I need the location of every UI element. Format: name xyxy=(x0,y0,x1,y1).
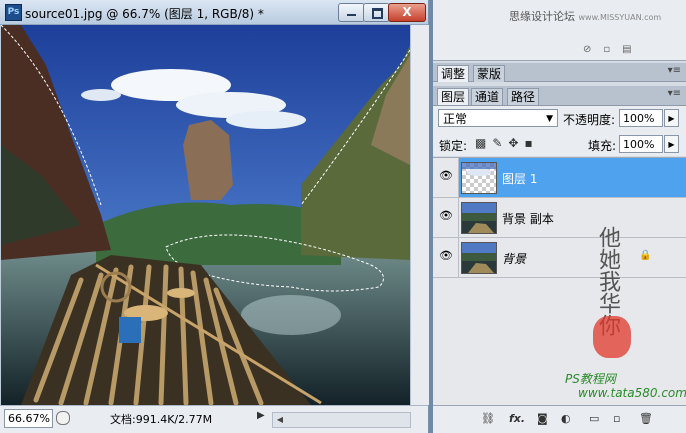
adjustment-icon[interactable]: ◐ xyxy=(561,412,571,425)
layer-thumbnail xyxy=(461,162,497,194)
new-layer-icon[interactable]: ▫ xyxy=(613,412,620,425)
blend-mode-select[interactable]: 正常 ▼ xyxy=(438,109,558,127)
status-icon[interactable] xyxy=(56,411,70,425)
tab-paths[interactable]: 路径 xyxy=(507,88,540,105)
document-window: Ps source01.jpg @ 66.7% (图层 1, RGB/8) * … xyxy=(0,0,429,433)
close-button[interactable]: X xyxy=(388,3,426,22)
layer-row[interactable]: 👁 背景 🔒 xyxy=(433,238,686,278)
tab-adjust[interactable]: 调整 xyxy=(437,65,470,82)
maximize-button[interactable] xyxy=(363,3,390,22)
eye-icon: 👁 xyxy=(439,169,453,182)
minimize-button[interactable] xyxy=(338,3,365,22)
folder-icon[interactable]: ▭ xyxy=(589,412,599,425)
close-icon: X xyxy=(402,5,412,19)
fill-label: 填充: xyxy=(588,139,617,153)
layers-options: 正常 ▼ 不透明度: 100% ▶ 锁定: ▩✎✥▪ 填充: 100% ▶ xyxy=(433,106,686,156)
link-icon[interactable]: ⛓ xyxy=(481,412,495,425)
fill-slider-button[interactable]: ▶ xyxy=(664,135,679,153)
lock-options: ▩✎✥▪ xyxy=(475,136,539,150)
seal-stamp xyxy=(593,316,631,358)
layer-name[interactable]: 背景 xyxy=(502,250,526,267)
opacity-label: 不透明度: xyxy=(563,113,616,127)
zoom-field[interactable]: 66.67% xyxy=(4,409,53,428)
tab-mask[interactable]: 蒙版 xyxy=(473,65,506,82)
layers-footer: ⛓ fx. ◙ ◐ ▭ ▫ 🗑 xyxy=(433,405,686,433)
eye-icon: 👁 xyxy=(439,249,453,262)
eye-icon: 👁 xyxy=(439,209,453,222)
landscape-image xyxy=(1,25,410,405)
tutorial-watermark: PS教程网 xyxy=(565,372,616,386)
visibility-toggle[interactable]: 👁 xyxy=(433,198,459,237)
minimize-icon xyxy=(347,14,356,16)
new-icon[interactable]: ▫ xyxy=(603,44,622,55)
url-watermark: www.tata580.com xyxy=(578,386,686,400)
lock-move-icon[interactable]: ✥ xyxy=(508,136,524,150)
opacity-slider-button[interactable]: ▶ xyxy=(664,109,679,127)
maximize-icon xyxy=(372,8,383,19)
triangle-right-icon[interactable]: ▶ xyxy=(257,410,265,421)
layer-thumbnail xyxy=(461,202,497,234)
fill-field[interactable]: 100% xyxy=(619,135,663,153)
trash-icon[interactable]: 🗑 xyxy=(639,412,653,425)
document-info[interactable]: 文档:991.4K/2.77M xyxy=(110,411,212,427)
lock-transparency-icon[interactable]: ▩ xyxy=(475,136,492,150)
forum-watermark: 思缘设计论坛 www.MISSYUAN.com xyxy=(509,10,662,23)
fx-icon[interactable]: fx. xyxy=(509,412,525,425)
dropdown-arrow-icon: ▼ xyxy=(546,114,553,124)
opacity-field[interactable]: 100% xyxy=(619,109,663,127)
visibility-toggle[interactable]: 👁 xyxy=(433,238,459,277)
lock-all-icon[interactable]: ▪ xyxy=(524,136,538,150)
layer-name[interactable]: 背景 副本 xyxy=(502,210,554,227)
vertical-scrollbar[interactable] xyxy=(410,25,429,405)
layer-row[interactable]: 👁 背景 副本 xyxy=(433,198,686,238)
top-panel: 思缘设计论坛 www.MISSYUAN.com ⊘▫▤ xyxy=(433,0,686,61)
visibility-toggle[interactable]: 👁 xyxy=(433,158,459,197)
photoshop-icon: Ps xyxy=(5,4,22,21)
scroll-left-icon[interactable]: ◀ xyxy=(273,413,287,427)
image-canvas[interactable] xyxy=(1,25,428,405)
lock-paint-icon[interactable]: ✎ xyxy=(492,136,508,150)
tab-layers[interactable]: 图层 xyxy=(437,88,470,105)
layer-row[interactable]: 👁 图层 1 xyxy=(433,158,686,198)
tab-channels[interactable]: 通道 xyxy=(471,88,504,105)
stop-icon[interactable]: ⊘ xyxy=(583,44,603,55)
mask-icon[interactable]: ◙ xyxy=(537,412,548,425)
layers-menu-icon[interactable]: ▾≡ xyxy=(668,88,681,99)
status-bar: 66.67% 文档:991.4K/2.77M ▶ ◀ xyxy=(0,405,428,433)
adjust-panel-tabs: 调整 蒙版 ▾≡ xyxy=(433,63,686,82)
panel-icons: ⊘▫▤ xyxy=(583,44,644,55)
trash-icon[interactable]: ▤ xyxy=(622,44,643,55)
panel-menu-icon[interactable]: ▾≡ xyxy=(668,65,681,76)
panels-dock: 思缘设计论坛 www.MISSYUAN.com ⊘▫▤ 调整 蒙版 ▾≡ 图层 … xyxy=(433,0,686,433)
layer-thumbnail xyxy=(461,242,497,274)
document-title: source01.jpg @ 66.7% (图层 1, RGB/8) * xyxy=(25,7,264,21)
lock-icon: 🔒 xyxy=(639,250,652,261)
layer-name[interactable]: 图层 1 xyxy=(502,170,537,187)
document-title-bar[interactable]: Ps source01.jpg @ 66.7% (图层 1, RGB/8) * … xyxy=(0,0,428,25)
lock-label: 锁定: xyxy=(439,139,468,153)
horizontal-scrollbar[interactable]: ◀ xyxy=(272,412,411,428)
layers-list: 👁 图层 1 👁 背景 副本 👁 背景 🔒 他她我华你 PS教程网 www.ta… xyxy=(433,157,686,406)
layers-panel-tabs: 图层 通道 路径 ▾≡ xyxy=(433,86,686,106)
